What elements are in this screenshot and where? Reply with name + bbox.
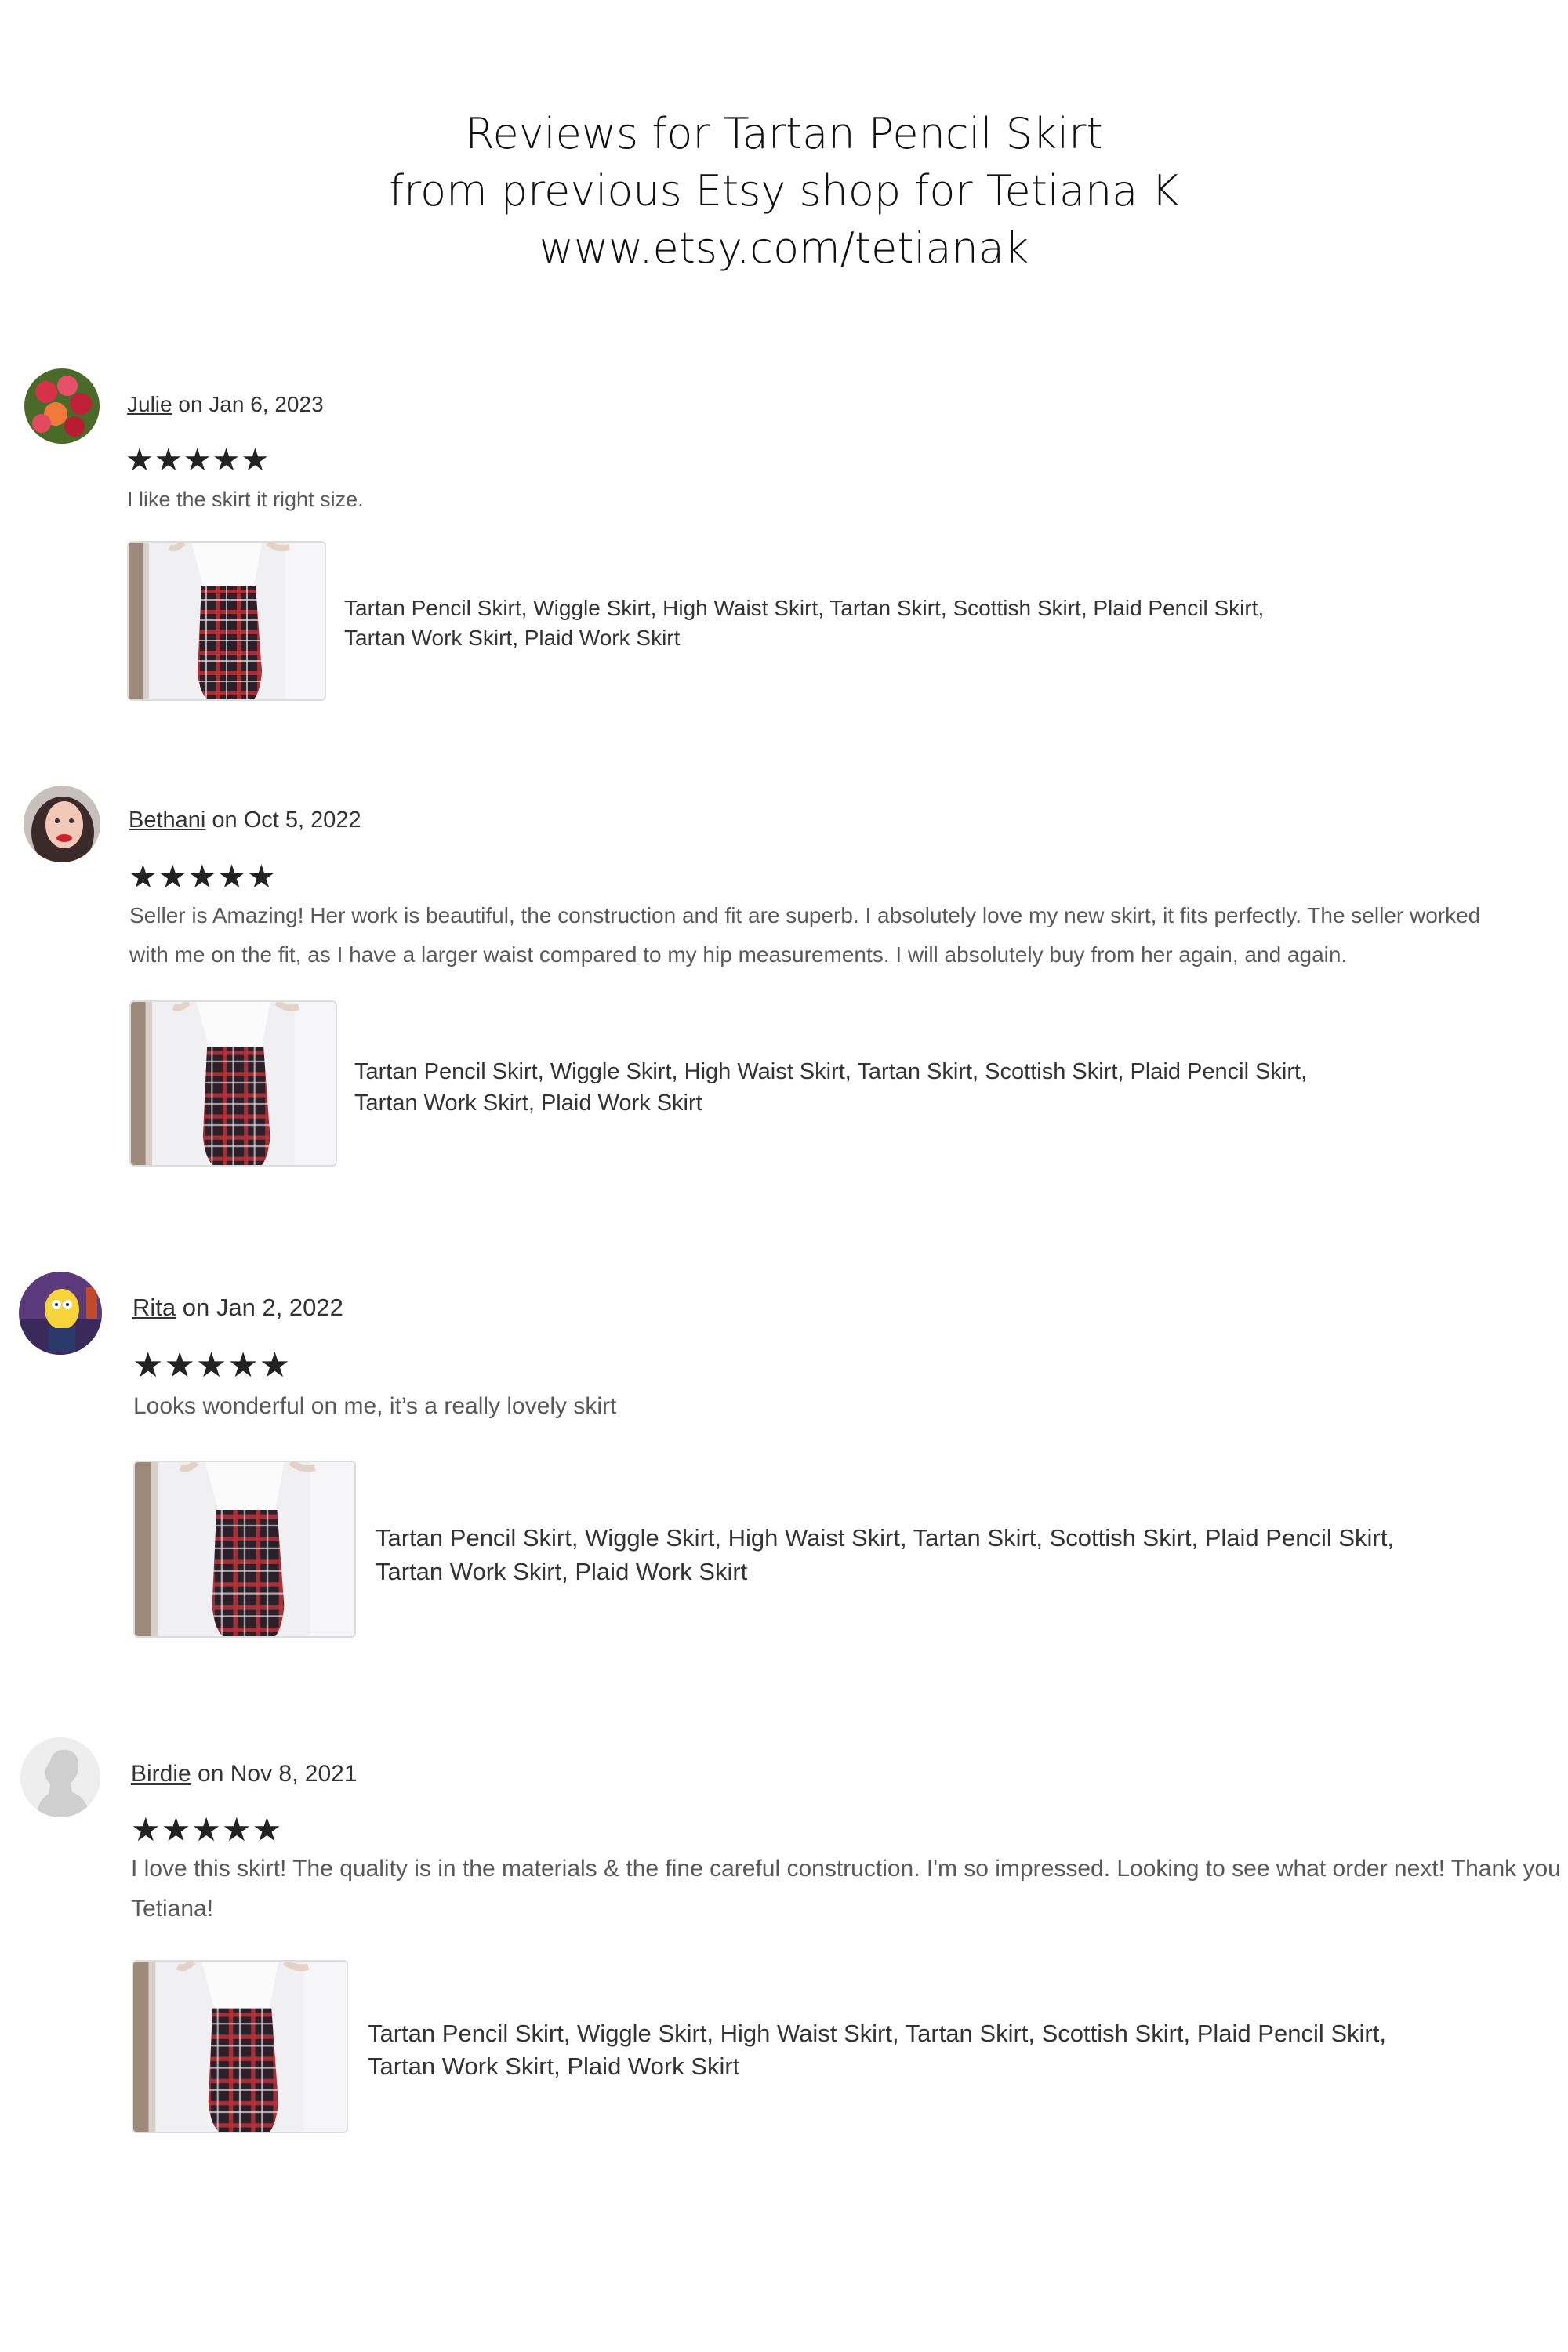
listing-title-link[interactable]: Tartan Pencil Skirt, Wiggle Skirt, High …	[368, 2017, 1386, 2083]
star-rating: ★★★★★	[129, 858, 277, 895]
portrait-avatar-icon[interactable]	[24, 786, 100, 862]
title-line-2: from previous Etsy shop for Tetiana K	[389, 166, 1179, 216]
cartoon-avatar-icon[interactable]	[19, 1272, 102, 1355]
default-user-avatar-icon[interactable]	[20, 1737, 100, 1817]
review-meta: Rita on Jan 2, 2022	[132, 1294, 343, 1322]
review-meta: Bethani on Oct 5, 2022	[129, 808, 361, 833]
review-text: I like the skirt it right size.	[127, 482, 1562, 517]
star-rating: ★★★★★	[132, 1346, 292, 1385]
review-date: on Jan 2, 2022	[182, 1294, 343, 1321]
review-meta: Julie on Jan 6, 2023	[127, 392, 324, 417]
listing-title-line: Tartan Work Skirt, Plaid Work Skirt	[354, 1091, 702, 1116]
star-rating: ★★★★★	[131, 1811, 283, 1848]
review-meta: Birdie on Nov 8, 2021	[131, 1761, 358, 1788]
listing-thumbnail[interactable]	[133, 1461, 356, 1638]
review-text: Seller is Amazing! Her work is beautiful…	[129, 896, 1568, 975]
listing-title-line: Tartan Pencil Skirt, Wiggle Skirt, High …	[376, 1524, 1394, 1552]
listing-title-line: Tartan Pencil Skirt, Wiggle Skirt, High …	[368, 2020, 1386, 2047]
review-text-line: Looks wonderful on me, it’s a really lov…	[133, 1393, 617, 1419]
listing-thumbnail[interactable]	[132, 1960, 348, 2133]
listing-thumbnail[interactable]	[127, 541, 326, 701]
page-title: Reviews for Tartan Pencil Skirt from pre…	[0, 105, 1568, 277]
listing-title-line: Tartan Work Skirt, Plaid Work Skirt	[376, 1558, 748, 1585]
star-rating: ★★★★★	[125, 443, 270, 477]
review-text: Looks wonderful on me, it’s a really lov…	[133, 1389, 1560, 1424]
review-text: I love this skirt! The quality is in the…	[131, 1849, 1568, 1929]
listing-thumbnail[interactable]	[129, 1000, 337, 1167]
listing-title-link[interactable]: Tartan Pencil Skirt, Wiggle Skirt, High …	[344, 593, 1264, 653]
reviewer-name-link[interactable]: Birdie	[131, 1761, 191, 1787]
review-text-line: Tetiana!	[131, 1896, 214, 1922]
review-date: on Nov 8, 2021	[198, 1761, 358, 1787]
review-date: on Jan 6, 2023	[178, 392, 324, 416]
review-date: on Oct 5, 2022	[212, 808, 361, 833]
listing-title-line: Tartan Work Skirt, Plaid Work Skirt	[344, 626, 681, 650]
review-text-line: Seller is Amazing! Her work is beautiful…	[129, 903, 1481, 927]
review-text-line: I like the skirt it right size.	[127, 488, 364, 511]
listing-title-link[interactable]: Tartan Pencil Skirt, Wiggle Skirt, High …	[376, 1521, 1394, 1588]
listing-title-line: Tartan Pencil Skirt, Wiggle Skirt, High …	[344, 596, 1265, 620]
reviewer-name-link[interactable]: Rita	[132, 1294, 176, 1321]
listing-title-line: Tartan Work Skirt, Plaid Work Skirt	[368, 2053, 740, 2080]
tulips-avatar-icon[interactable]	[24, 368, 100, 444]
reviewer-name-link[interactable]: Bethani	[129, 808, 205, 833]
listing-title-link[interactable]: Tartan Pencil Skirt, Wiggle Skirt, High …	[354, 1056, 1307, 1119]
review-text-line: I love this skirt! The quality is in the…	[131, 1856, 1561, 1882]
title-line-1: Reviews for Tartan Pencil Skirt	[465, 109, 1103, 158]
reviewer-name-link[interactable]: Julie	[127, 392, 172, 416]
title-line-3: www.etsy.com/tetianak	[539, 223, 1029, 273]
listing-title-line: Tartan Pencil Skirt, Wiggle Skirt, High …	[354, 1059, 1308, 1084]
review-text-line: with me on the fit, as I have a larger w…	[129, 942, 1348, 967]
